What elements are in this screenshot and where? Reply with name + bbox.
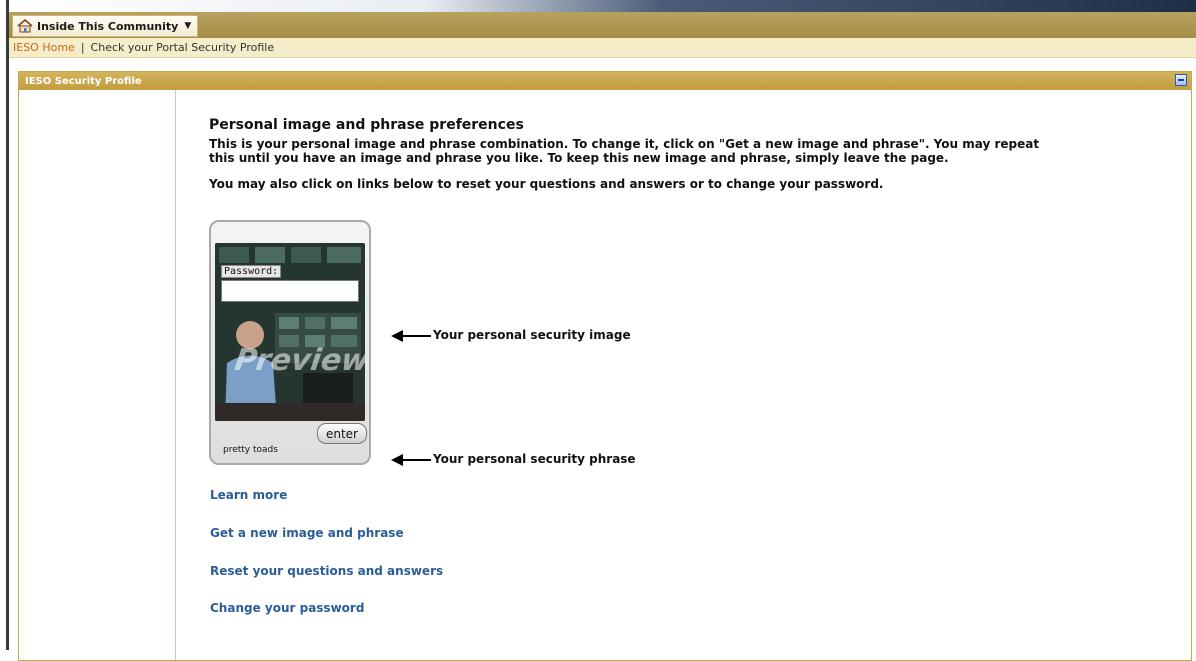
panel-header: IESO Security Profile: [19, 72, 1191, 90]
page-title: Personal image and phrase preferences: [209, 117, 524, 133]
page-description-links: You may also click on links below to res…: [209, 177, 884, 191]
main-content: Personal image and phrase preferences Th…: [209, 117, 1059, 191]
learn-more-link[interactable]: Learn more: [210, 488, 287, 502]
community-menu[interactable]: Inside This Community ▼: [12, 15, 199, 37]
collapse-icon[interactable]: [1175, 74, 1187, 86]
password-label: Password:: [221, 265, 282, 278]
enter-button[interactable]: enter: [317, 423, 367, 444]
panel-title: IESO Security Profile: [25, 75, 142, 87]
window-left-edge: [0, 0, 9, 650]
breadcrumb-current: Check your Portal Security Profile: [90, 41, 275, 54]
password-field-preview: [221, 280, 359, 302]
security-phrase-callout: Your personal security phrase: [433, 452, 636, 466]
security-image: Password: Preview: [215, 243, 365, 421]
breadcrumb-home-link[interactable]: IESO Home: [13, 41, 75, 54]
security-image-card: Password: Preview enter pretty toads: [209, 220, 371, 465]
change-password-link[interactable]: Change your password: [210, 601, 364, 615]
arrow-left-icon: [391, 454, 431, 466]
breadcrumb: IESO Home | Check your Portal Security P…: [9, 38, 1196, 58]
new-image-link[interactable]: Get a new image and phrase: [210, 526, 404, 540]
security-profile-panel: IESO Security Profile Personal image and…: [18, 71, 1192, 661]
breadcrumb-separator: |: [80, 41, 85, 54]
chevron-down-icon: ▼: [184, 21, 192, 31]
home-icon: [17, 19, 33, 33]
page-description: This is your personal image and phrase c…: [209, 137, 1040, 165]
panel-left-column: [19, 90, 176, 660]
arrow-left-icon: [391, 330, 431, 342]
reset-questions-link[interactable]: Reset your questions and answers: [210, 564, 443, 578]
security-phrase: pretty toads: [223, 445, 278, 455]
security-image-callout: Your personal security image: [433, 328, 631, 342]
top-banner: [9, 0, 1196, 12]
preview-watermark: Preview: [232, 343, 365, 378]
community-menu-label: Inside This Community: [37, 19, 179, 33]
community-bar: Inside This Community ▼: [9, 12, 1196, 38]
